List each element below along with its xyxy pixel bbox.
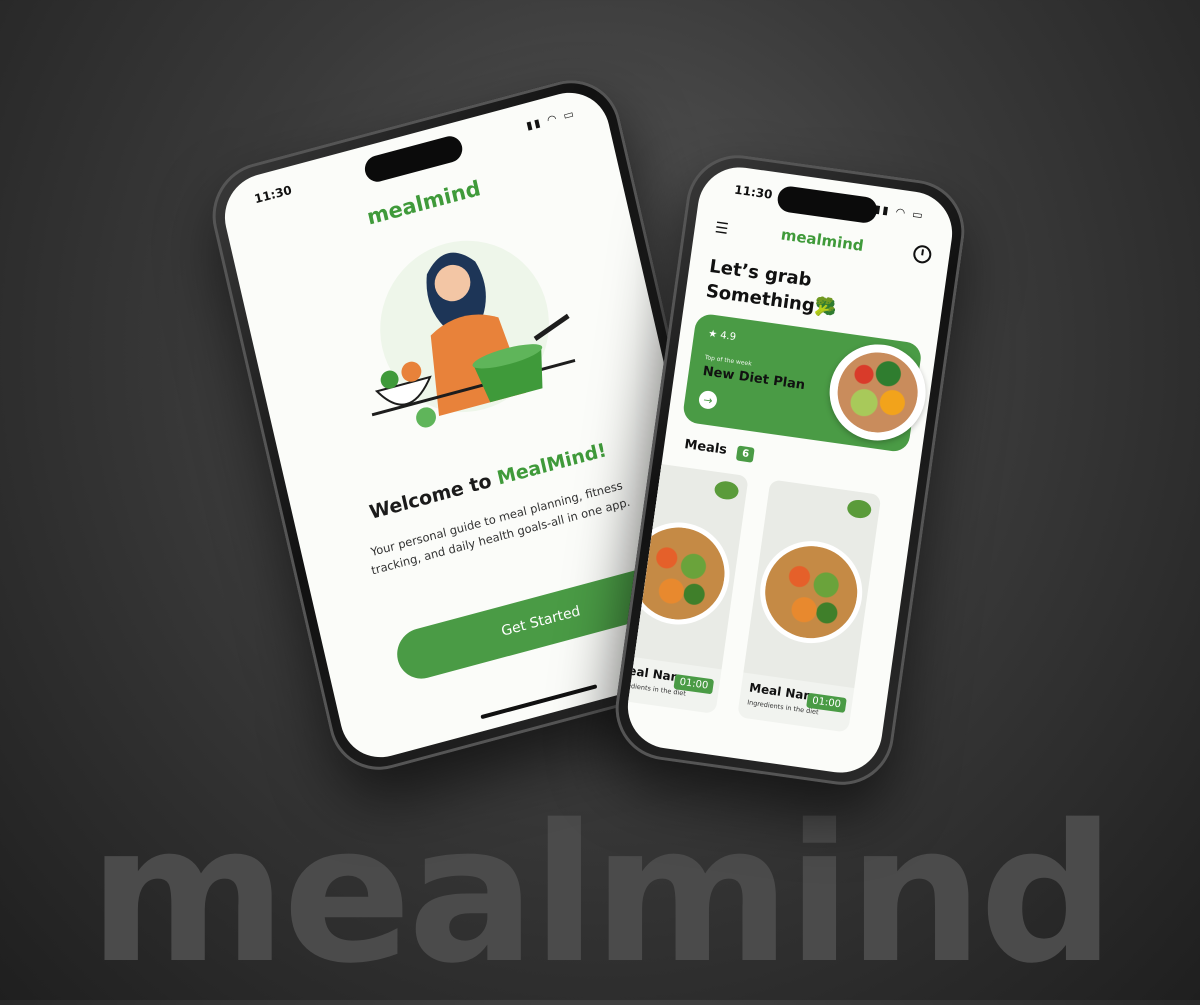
phone-home: 11:30 ▮▮ ◠ ▭ ☰ mealmind Let’s grab Somet… — [608, 148, 972, 792]
meals-count-badge: 6 — [736, 445, 755, 463]
dynamic-island — [775, 184, 879, 225]
promo-card[interactable]: ★ 4.9 Top of the week New Diet Plan → — [681, 312, 932, 454]
arrow-right-icon[interactable]: → — [697, 389, 719, 411]
dynamic-island — [362, 133, 465, 185]
star-icon: ★ — [707, 328, 718, 341]
promo-title: New Diet Plan — [701, 363, 806, 394]
home-screen: 11:30 ▮▮ ◠ ▭ ☰ mealmind Let’s grab Somet… — [622, 162, 958, 778]
page-heading: Let’s grab Something🥦 — [704, 254, 842, 322]
rating-value: 4.9 — [719, 330, 737, 344]
welcome-title-brand: MealMind! — [495, 439, 609, 490]
meal-photo — [743, 479, 882, 689]
signal-wifi-battery-icon: ▮▮ ◠ ▭ — [873, 202, 926, 223]
status-time: 11:30 — [733, 182, 774, 202]
rating: ★ 4.9 — [707, 328, 736, 343]
signal-wifi-battery-icon: ▮▮ ◠ ▭ — [525, 106, 577, 133]
meals-label: Meals — [683, 437, 728, 458]
meals-section-header: Meals 6 — [683, 437, 755, 463]
home-indicator[interactable] — [480, 684, 598, 720]
cooking-woman-illustration — [371, 240, 576, 428]
meal-card[interactable]: Meal Name Ingredients in the diet 01:00 — [737, 479, 882, 733]
status-time: 11:30 — [253, 182, 294, 207]
salad-plate-image — [823, 338, 932, 447]
brand-watermark: mealmind — [88, 784, 1116, 1005]
